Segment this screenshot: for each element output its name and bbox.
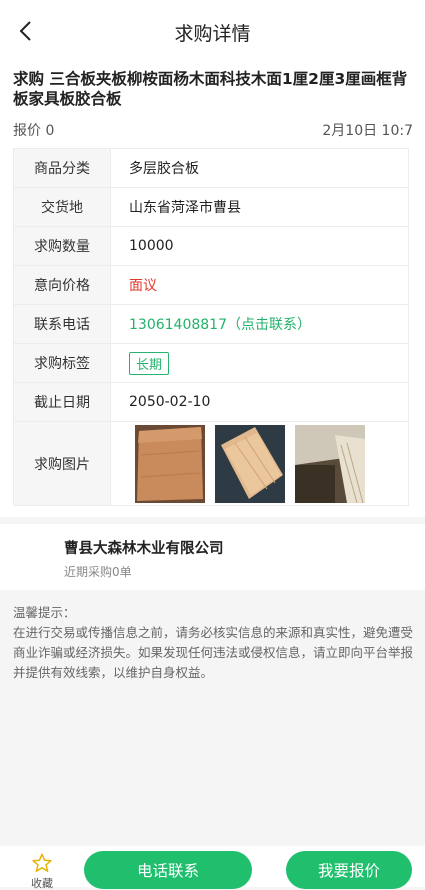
page-title: 求购详情 [174,23,251,45]
row-label-delivery: 交货地 [14,188,111,226]
quote-button[interactable]: 我要报价 [286,851,412,889]
plywood-image-2[interactable] [215,424,285,503]
table-row: 求购图片 [14,422,408,505]
plywood-image-1[interactable] [135,424,205,503]
notice-section: 温馨提示： 在进行交易或传播信息之前，请务必核实信息的来源和真实性，避免遭受商业… [13,603,413,683]
top-nav-bar: 求购详情 [0,0,425,62]
row-value-quantity: 10000 [129,238,174,254]
row-label-images: 求购图片 [14,422,111,505]
star-icon [32,853,52,872]
call-button[interactable]: 电话联系 [84,851,252,889]
favorite-label: 收藏 [31,877,53,890]
company-recent-purchases: 近期采购0单 [64,565,132,579]
table-row: 意向价格 面议 [14,266,408,305]
table-row: 截止日期 2050-02-10 [14,383,408,422]
detail-table: 商品分类 多层胶合板 交货地 山东省菏泽市曹县 求购数量 10000 意向价格 … [13,148,409,506]
company-card[interactable]: 曹县大森林木业有限公司 近期采购0单 [0,524,425,590]
row-label-tag: 求购标签 [14,344,111,382]
table-row: 商品分类 多层胶合板 [14,149,408,188]
phone-contact-link[interactable]: 13061408817（点击联系） [111,305,408,343]
notice-body: 在进行交易或传播信息之前，请务必核实信息的来源和真实性，避免遭受商业诈骗或经济损… [13,625,414,680]
row-label-phone: 联系电话 [14,305,111,343]
publish-date: 2月10日 10:7 [322,123,413,139]
row-label-category: 商品分类 [14,149,111,187]
purchase-title: 求购 三合板夹板柳桉面杨木面科技木面1厘2厘3厘画框背板家具板胶合板 [13,70,408,108]
row-label-deadline: 截止日期 [14,383,111,421]
row-label-price: 意向价格 [14,266,111,304]
notice-title: 温馨提示： [13,605,76,620]
table-row: 交货地 山东省菏泽市曹县 [14,188,408,227]
row-value-price: 面议 [129,278,157,294]
table-row: 联系电话 13061408817（点击联系） [14,305,408,344]
long-term-tag: 长期 [129,351,170,375]
quote-count: 报价 0 [13,123,55,139]
row-value-delivery: 山东省菏泽市曹县 [129,200,241,216]
company-name: 曹县大森林木业有限公司 [64,541,224,557]
row-value-tag: 长期 [111,344,408,382]
table-row: 求购数量 10000 [14,227,408,266]
bottom-action-bar: 收藏 电话联系 我要报价 [0,846,425,890]
row-value-deadline: 2050-02-10 [129,394,211,410]
table-row: 求购标签 长期 [14,344,408,383]
image-gallery [129,424,365,503]
purchase-detail-section: 求购 三合板夹板柳桉面杨木面科技木面1厘2厘3厘画框背板家具板胶合板 报价 0 … [0,62,425,517]
row-value-images [111,422,408,505]
row-label-quantity: 求购数量 [14,227,111,265]
favorite-button[interactable]: 收藏 [28,852,56,890]
row-value-category: 多层胶合板 [129,161,199,177]
plywood-image-3[interactable] [295,424,365,503]
